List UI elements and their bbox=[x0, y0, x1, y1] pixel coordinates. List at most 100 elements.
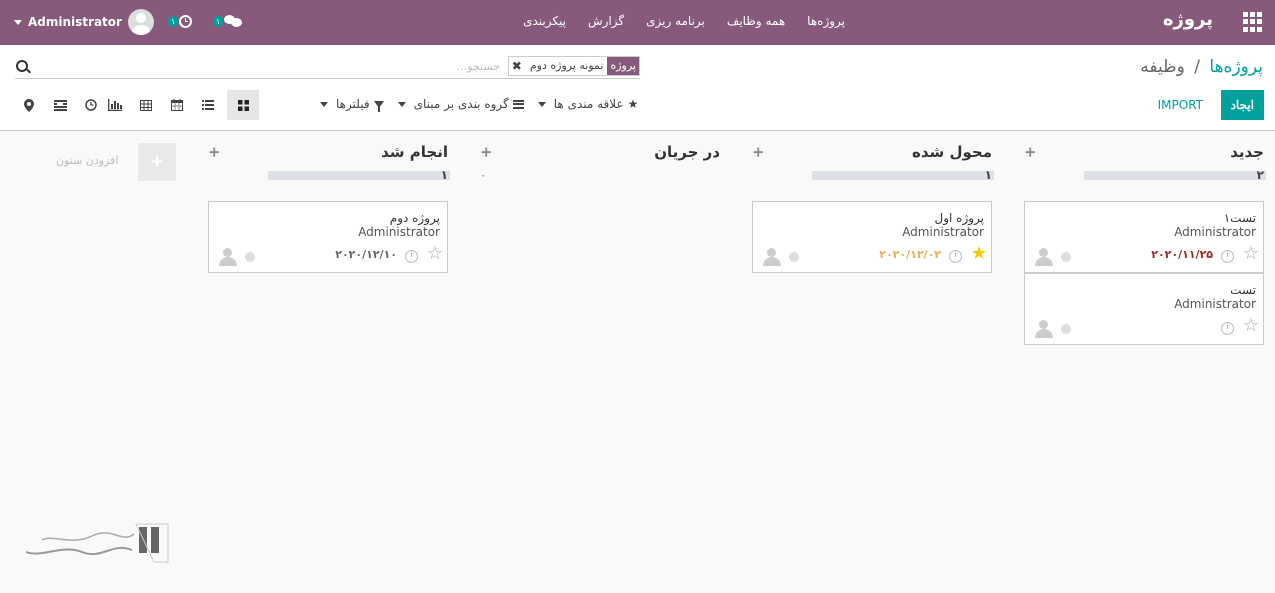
column-title[interactable]: جدید bbox=[1230, 143, 1264, 161]
column-count: ۲ bbox=[1256, 168, 1264, 182]
create-button[interactable]: ایجاد bbox=[1220, 90, 1264, 120]
column-count: ۱ bbox=[984, 168, 992, 182]
search-options: فیلترها گروه بندی بر مبنای ★ علاقه مندی … bbox=[320, 97, 638, 112]
message-count-badge: ۱ bbox=[213, 15, 224, 27]
card-deadline: ۲۰۲۰/۱۲/۰۲ bbox=[879, 248, 941, 261]
chat-icon bbox=[224, 14, 243, 28]
quick-create-icon[interactable]: + bbox=[1024, 143, 1037, 161]
star-icon[interactable]: ☆ bbox=[1243, 244, 1259, 264]
caret-down-icon bbox=[320, 101, 328, 107]
clock-icon[interactable] bbox=[949, 250, 962, 263]
clock-icon[interactable] bbox=[405, 250, 418, 263]
menu-item-projects[interactable]: پروژه‌ها bbox=[807, 14, 845, 28]
search-icon[interactable] bbox=[16, 60, 28, 72]
user-avatar-icon bbox=[763, 248, 781, 266]
kanban-card[interactable]: تست Administrator ☆ bbox=[1024, 273, 1264, 345]
map-view-icon[interactable] bbox=[17, 90, 41, 120]
search-input[interactable] bbox=[80, 56, 500, 76]
kanban-card[interactable]: پروژه اول Administrator ★ ۲۰۲۰/۱۲/۰۲ bbox=[752, 201, 992, 273]
status-dot-icon[interactable] bbox=[1061, 252, 1071, 262]
card-deadline: ۲۰۲۰/۱۱/۲۵ bbox=[1151, 248, 1213, 261]
breadcrumb-current: وظیفه bbox=[1140, 57, 1185, 77]
control-panel: پروژه‌ها / وظیفه پروژه نمونه پروژه دوم ✖… bbox=[0, 45, 1275, 131]
star-icon[interactable]: ★ bbox=[971, 244, 987, 264]
facet-remove-icon[interactable]: ✖ bbox=[509, 57, 526, 75]
list-view-icon[interactable] bbox=[189, 90, 227, 120]
kanban-board: جدید + ۲ تست۱ Administrator ☆ ۲۰۲۰/۱۱/۲۵… bbox=[0, 131, 1275, 593]
pivot-view-icon[interactable] bbox=[127, 90, 165, 120]
graph-view-icon[interactable] bbox=[103, 90, 127, 120]
caret-down-icon bbox=[14, 19, 22, 25]
card-title: تست۱ bbox=[1223, 211, 1256, 225]
status-dot-icon[interactable] bbox=[245, 252, 255, 262]
import-button[interactable]: IMPORT bbox=[1158, 90, 1203, 120]
search-facet: پروژه نمونه پروژه دوم ✖ bbox=[507, 56, 640, 76]
card-user: Administrator bbox=[902, 225, 984, 239]
facet-value: نمونه پروژه دوم bbox=[529, 59, 604, 72]
card-user: Administrator bbox=[358, 225, 440, 239]
app-menu-grid-icon[interactable] bbox=[1243, 12, 1263, 32]
calendar-view-icon[interactable] bbox=[165, 90, 189, 120]
star-icon[interactable]: ☆ bbox=[1243, 316, 1259, 336]
clock-icon bbox=[179, 14, 193, 28]
caret-down-icon bbox=[397, 101, 406, 107]
card-title: تست bbox=[1230, 283, 1256, 297]
add-column-label: افزودن ستون bbox=[56, 154, 119, 167]
user-avatar-icon bbox=[1035, 248, 1053, 266]
kanban-view-icon[interactable] bbox=[227, 90, 259, 120]
favorites-dropdown[interactable]: ★ علاقه مندی ها bbox=[537, 97, 638, 111]
add-column-button[interactable]: + bbox=[138, 143, 176, 181]
status-dot-icon[interactable] bbox=[1061, 324, 1071, 334]
user-menu[interactable]: Administrator bbox=[14, 8, 154, 36]
kanban-card[interactable]: تست۱ Administrator ☆ ۲۰۲۰/۱۱/۲۵ bbox=[1024, 201, 1264, 273]
messaging-menu[interactable]: ۱ bbox=[213, 11, 243, 31]
app-brand[interactable]: پروژه bbox=[1163, 9, 1213, 30]
column-progress-bar bbox=[1084, 171, 1266, 180]
bars-icon bbox=[512, 99, 524, 109]
card-deadline: ۲۰۲۰/۱۲/۱۰ bbox=[335, 248, 397, 261]
caret-down-icon bbox=[537, 101, 546, 107]
column-title[interactable]: انجام شد bbox=[381, 143, 448, 161]
kanban-card[interactable]: پروژه دوم Administrator ☆ ۲۰۲۰/۱۲/۱۰ bbox=[208, 201, 448, 273]
user-avatar-icon bbox=[1035, 320, 1053, 338]
activity-view-icon[interactable] bbox=[79, 90, 103, 120]
quick-create-icon[interactable]: + bbox=[480, 143, 493, 161]
gantt-view-icon[interactable] bbox=[41, 90, 79, 120]
activity-count-badge: ۱ bbox=[168, 15, 179, 27]
user-name: Administrator bbox=[28, 15, 122, 29]
filters-label: فیلترها bbox=[336, 97, 370, 111]
quick-create-icon[interactable]: + bbox=[752, 143, 765, 161]
view-switcher bbox=[17, 90, 259, 120]
star-icon[interactable]: ☆ bbox=[427, 244, 443, 264]
column-count: ۰ bbox=[480, 168, 487, 182]
filters-dropdown[interactable]: فیلترها bbox=[320, 97, 384, 112]
filter-icon bbox=[373, 100, 384, 112]
column-title[interactable]: در جریان bbox=[654, 143, 720, 161]
top-navbar: پروژه پروژه‌ها همه وظایف برنامه ریزی گزا… bbox=[0, 0, 1275, 45]
quick-create-icon[interactable]: + bbox=[208, 143, 221, 161]
activity-menu[interactable]: ۱ bbox=[168, 11, 193, 31]
menu-item-reporting[interactable]: گزارش bbox=[588, 14, 624, 28]
group-by-label: گروه بندی بر مبنای bbox=[413, 97, 509, 111]
breadcrumb-separator: / bbox=[1194, 57, 1200, 77]
card-title: پروژه دوم bbox=[389, 211, 440, 225]
user-avatar bbox=[127, 9, 154, 35]
menu-item-planning[interactable]: برنامه ریزی bbox=[646, 14, 705, 28]
column-count: ۱ bbox=[440, 168, 448, 182]
search-bar: پروژه نمونه پروژه دوم ✖ bbox=[15, 56, 640, 79]
card-user: Administrator bbox=[1174, 297, 1256, 311]
group-by-dropdown[interactable]: گروه بندی بر مبنای bbox=[397, 97, 524, 111]
status-dot-icon[interactable] bbox=[789, 252, 799, 262]
breadcrumb-projects-link[interactable]: پروژه‌ها bbox=[1209, 57, 1263, 77]
clock-icon[interactable] bbox=[1221, 250, 1234, 263]
facet-category: پروژه bbox=[607, 57, 639, 75]
main-menu: پروژه‌ها همه وظایف برنامه ریزی گزارش پیک… bbox=[523, 14, 845, 28]
menu-item-all-tasks[interactable]: همه وظایف bbox=[727, 14, 785, 28]
breadcrumb: پروژه‌ها / وظیفه bbox=[1140, 57, 1263, 77]
card-title: پروژه اول bbox=[934, 211, 985, 225]
card-user: Administrator bbox=[1174, 225, 1256, 239]
clock-icon[interactable] bbox=[1221, 322, 1234, 335]
menu-item-configuration[interactable]: پیکربندی bbox=[523, 14, 566, 28]
favorites-label: علاقه مندی ها bbox=[553, 97, 624, 111]
column-title[interactable]: محول شده bbox=[912, 143, 992, 161]
